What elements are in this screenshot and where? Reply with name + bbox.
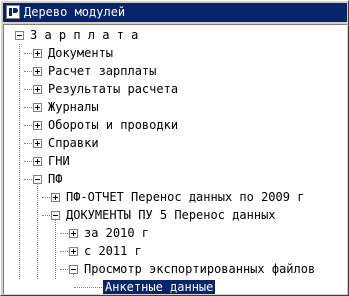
expand-icon[interactable]: [33, 49, 42, 58]
tree-line: [24, 89, 32, 90]
tree-item-gni[interactable]: ГНИ: [46, 154, 72, 168]
tree-item-documents[interactable]: Документы: [46, 46, 115, 60]
module-tree-window: Дерево модулей З а р п л а т а Документы…: [0, 0, 349, 296]
tree-line: [42, 197, 50, 198]
expand-icon[interactable]: [33, 103, 42, 112]
expand-icon[interactable]: [33, 157, 42, 166]
tree-line: [19, 44, 20, 279]
tree-item-2011[interactable]: с 2011 г: [82, 244, 144, 258]
tree-item-pf-report[interactable]: ПФ-ОТЧЕТ Перенос данных по 2009 г: [64, 190, 306, 204]
tree-line: [55, 215, 56, 279]
collapse-icon[interactable]: [33, 175, 42, 184]
expand-icon[interactable]: [33, 139, 42, 148]
app-icon: [6, 5, 20, 19]
tree-root-label[interactable]: З а р п л а т а: [28, 28, 140, 42]
collapse-icon[interactable]: [51, 211, 60, 220]
tree-line: [24, 125, 32, 126]
tree-line: [42, 215, 50, 216]
tree-line: [24, 107, 32, 108]
expand-icon[interactable]: [33, 67, 42, 76]
tree-line: [24, 143, 32, 144]
tree-item-turnovers[interactable]: Обороты и проводки: [46, 118, 180, 132]
tree-line: [60, 269, 68, 270]
tree-line: [24, 161, 32, 162]
expand-icon[interactable]: [69, 247, 78, 256]
tree-item-references[interactable]: Справки: [46, 136, 101, 150]
expand-icon[interactable]: [51, 193, 60, 202]
tree-line: [24, 179, 32, 180]
tree-line: [74, 287, 102, 288]
tree-item-view-exported[interactable]: Просмотр экспортированных файлов: [82, 262, 317, 276]
tree-line: [37, 179, 38, 279]
tree-item-pf[interactable]: ПФ: [46, 172, 64, 186]
tree-line: [24, 71, 32, 72]
tree-item-personal-data[interactable]: Анкетные данные: [103, 280, 216, 294]
tree-item-payroll-calc[interactable]: Расчет зарплаты: [46, 64, 158, 78]
tree-item-journals[interactable]: Журналы: [46, 100, 101, 114]
tree-line: [60, 233, 68, 234]
expand-icon[interactable]: [33, 121, 42, 130]
tree-item-2010[interactable]: за 2010 г: [82, 226, 151, 240]
tree-item-calc-results[interactable]: Результаты расчета: [46, 82, 180, 96]
expand-icon[interactable]: [69, 229, 78, 238]
collapse-icon[interactable]: [69, 265, 78, 274]
tree-line: [60, 251, 68, 252]
collapse-icon[interactable]: [15, 31, 24, 40]
window-title: Дерево модулей: [24, 5, 126, 19]
expand-icon[interactable]: [33, 85, 42, 94]
title-bar[interactable]: Дерево модулей: [3, 3, 347, 22]
tree-item-pu5-docs[interactable]: ДОКУМЕНТЫ ПУ 5 Перенос данных: [64, 208, 278, 222]
tree-line: [24, 53, 32, 54]
module-tree[interactable]: З а р п л а т а Документы Расчет зарплат…: [3, 24, 347, 294]
